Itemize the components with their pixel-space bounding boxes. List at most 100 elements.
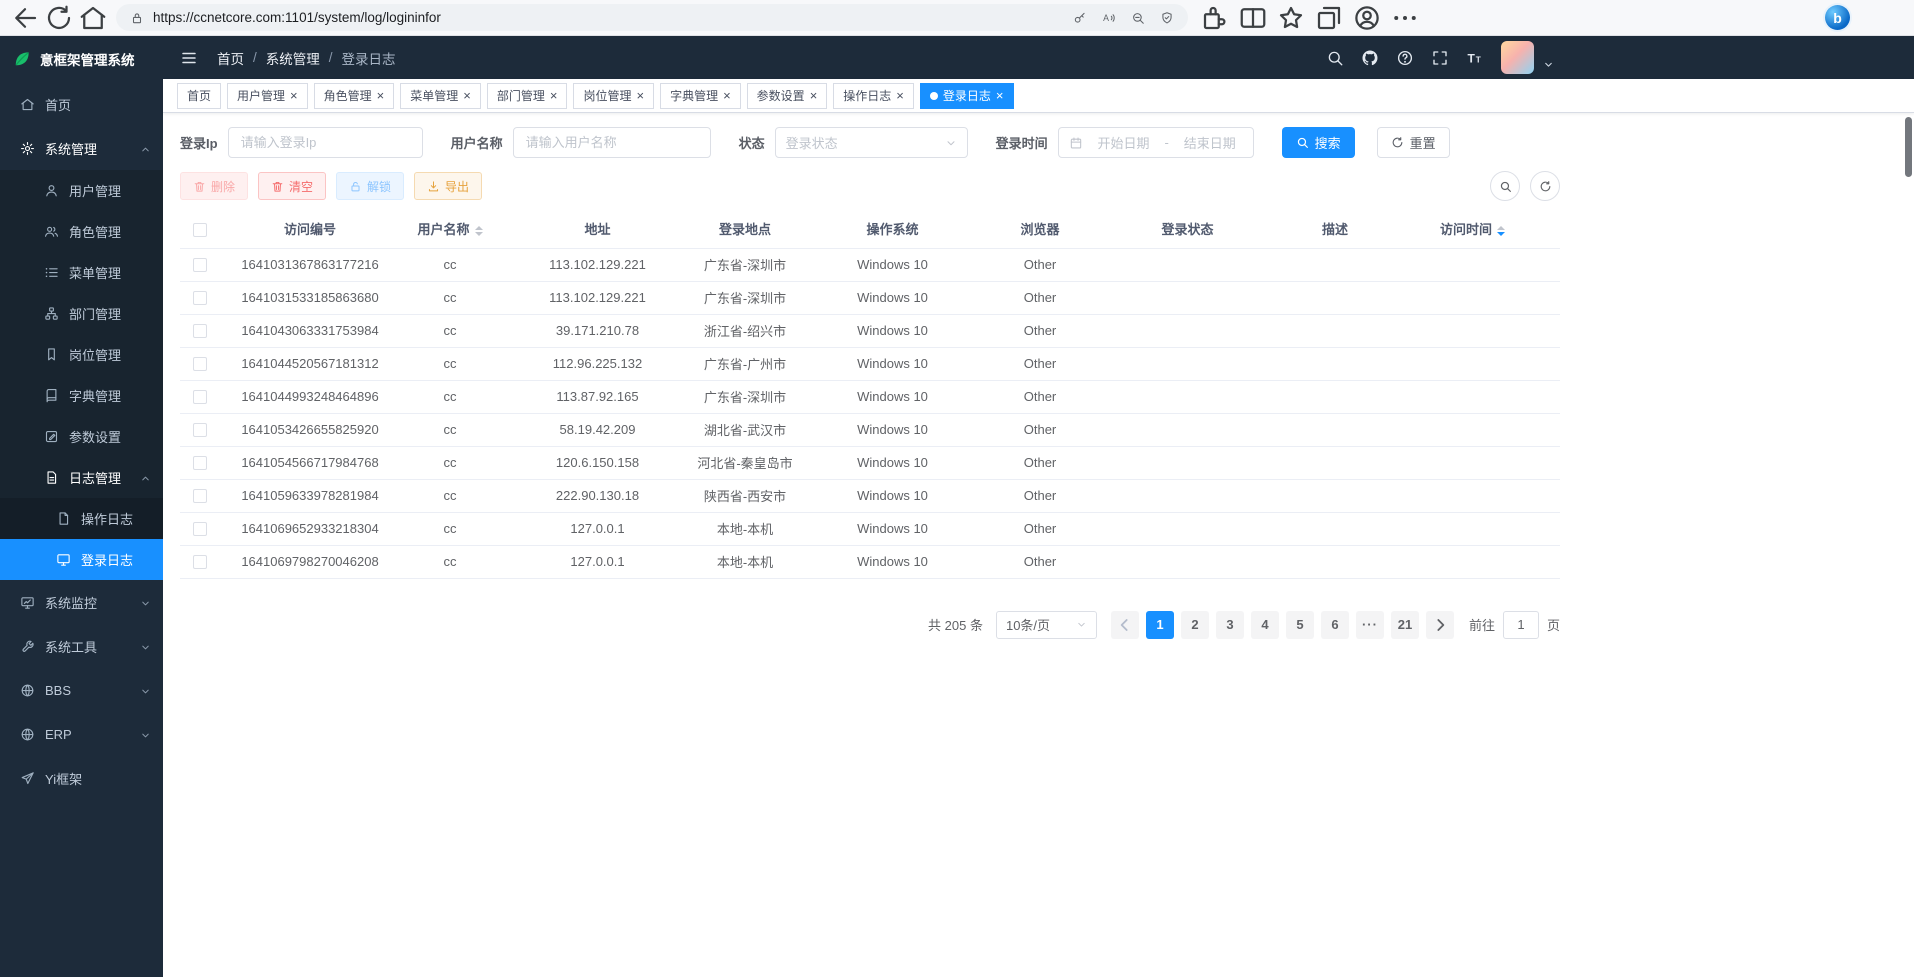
- export-button[interactable]: 导出: [414, 172, 482, 200]
- page-button-4[interactable]: 4: [1251, 611, 1279, 639]
- page-button-2[interactable]: 2: [1181, 611, 1209, 639]
- zoom-out-icon[interactable]: [1131, 11, 1145, 25]
- page-size-select[interactable]: 10条/页: [996, 611, 1097, 639]
- sort-icons[interactable]: [1497, 226, 1505, 236]
- close-icon[interactable]: ×: [996, 89, 1004, 102]
- breadcrumb-item[interactable]: 首页: [217, 48, 244, 68]
- address-bar[interactable]: https://ccnetcore.com:1101/system/log/lo…: [116, 4, 1188, 31]
- tab-dict-management[interactable]: 字典管理×: [660, 83, 741, 109]
- sidebar-item-param-settings[interactable]: 参数设置: [0, 416, 163, 457]
- menu-collapse-icon[interactable]: [177, 46, 201, 70]
- browser-favorites-button[interactable]: [1276, 4, 1306, 32]
- close-icon[interactable]: ×: [377, 89, 385, 102]
- close-icon[interactable]: ×: [810, 89, 818, 102]
- tab-post-management[interactable]: 岗位管理×: [573, 83, 654, 109]
- reset-button[interactable]: 重置: [1377, 127, 1450, 158]
- prev-page-button[interactable]: [1111, 611, 1139, 639]
- close-icon[interactable]: ×: [636, 89, 644, 102]
- row-checkbox[interactable]: [193, 291, 207, 305]
- font-size-icon[interactable]: TT: [1466, 49, 1484, 67]
- browser-refresh-button[interactable]: [44, 4, 74, 32]
- close-icon[interactable]: ×: [463, 89, 471, 102]
- close-icon[interactable]: ×: [290, 89, 298, 102]
- breadcrumb-item[interactable]: 系统管理: [266, 48, 320, 68]
- browser-back-button[interactable]: [10, 4, 40, 32]
- sidebar-item-home[interactable]: 首页: [0, 82, 163, 126]
- chevron-down-icon[interactable]: [1543, 59, 1554, 70]
- sidebar-item-role-management[interactable]: 角色管理: [0, 211, 163, 252]
- browser-collections-button[interactable]: [1314, 4, 1344, 32]
- sidebar-item-system-tools[interactable]: 系统工具: [0, 624, 163, 668]
- page-button-6[interactable]: 6: [1321, 611, 1349, 639]
- sidebar-item-erp[interactable]: ERP: [0, 712, 163, 756]
- row-checkbox[interactable]: [193, 522, 207, 536]
- browser-split-screen-button[interactable]: [1238, 4, 1268, 32]
- select-all-checkbox[interactable]: [193, 223, 207, 237]
- question-icon[interactable]: [1396, 49, 1414, 67]
- scrollbar-thumb[interactable]: [1905, 117, 1912, 177]
- tab-login-log[interactable]: 登录日志×: [920, 83, 1014, 109]
- page-button-3[interactable]: 3: [1216, 611, 1244, 639]
- sort-icons[interactable]: [475, 226, 483, 236]
- unlock-button[interactable]: 解锁: [336, 172, 404, 200]
- row-checkbox[interactable]: [193, 456, 207, 470]
- sidebar-item-post-management[interactable]: 岗位管理: [0, 334, 163, 375]
- next-page-button[interactable]: [1426, 611, 1454, 639]
- row-checkbox[interactable]: [193, 258, 207, 272]
- sidebar-item-bbs[interactable]: BBS: [0, 668, 163, 712]
- row-checkbox[interactable]: [193, 555, 207, 569]
- sidebar-item-system-management[interactable]: 系统管理: [0, 126, 163, 170]
- browser-home-button[interactable]: [78, 4, 108, 32]
- browser-extensions-button[interactable]: [1200, 4, 1230, 32]
- row-checkbox[interactable]: [193, 489, 207, 503]
- shield-check-icon[interactable]: [1160, 11, 1174, 25]
- browser-more-dots-button[interactable]: [1390, 4, 1420, 32]
- clear-button[interactable]: 清空: [258, 172, 326, 200]
- breadcrumb-item[interactable]: 登录日志: [342, 48, 396, 68]
- refresh-table-button[interactable]: [1530, 171, 1560, 201]
- goto-page-input[interactable]: [1503, 611, 1539, 639]
- sidebar-item-department-management[interactable]: 部门管理: [0, 293, 163, 334]
- bing-icon[interactable]: b: [1825, 5, 1850, 30]
- sidebar-item-dict-management[interactable]: 字典管理: [0, 375, 163, 416]
- tab-param-settings[interactable]: 参数设置×: [747, 83, 828, 109]
- username-input[interactable]: [513, 127, 711, 158]
- browser-profile-button[interactable]: [1352, 4, 1382, 32]
- status-select[interactable]: 登录状态: [775, 127, 968, 158]
- sidebar-item-yi-framework[interactable]: Yi框架: [0, 756, 163, 800]
- close-icon[interactable]: ×: [896, 89, 904, 102]
- date-range-picker[interactable]: 开始日期 - 结束日期: [1058, 127, 1254, 158]
- row-checkbox[interactable]: [193, 423, 207, 437]
- close-icon[interactable]: ×: [723, 89, 731, 102]
- row-checkbox[interactable]: [193, 357, 207, 371]
- search-icon[interactable]: [1326, 49, 1344, 67]
- tab-department-management[interactable]: 部门管理×: [487, 83, 568, 109]
- page-button-5[interactable]: 5: [1286, 611, 1314, 639]
- github-icon[interactable]: [1361, 49, 1379, 67]
- sidebar-item-menu-management[interactable]: 菜单管理: [0, 252, 163, 293]
- page-ellipsis[interactable]: ···: [1356, 611, 1384, 639]
- ip-input[interactable]: [228, 127, 423, 158]
- fullscreen-icon[interactable]: [1431, 49, 1449, 67]
- tab-user-management[interactable]: 用户管理×: [227, 83, 308, 109]
- search-button[interactable]: 搜索: [1282, 127, 1355, 158]
- tab-home[interactable]: 首页: [177, 83, 221, 109]
- row-checkbox[interactable]: [193, 390, 207, 404]
- user-avatar[interactable]: [1501, 41, 1534, 74]
- key-icon[interactable]: [1073, 11, 1087, 25]
- sidebar-item-login-log[interactable]: 登录日志: [0, 539, 163, 580]
- delete-button[interactable]: 删除: [180, 172, 248, 200]
- sidebar-item-system-monitor[interactable]: 系统监控: [0, 580, 163, 624]
- page-button-1[interactable]: 1: [1146, 611, 1174, 639]
- close-icon[interactable]: ×: [550, 89, 558, 102]
- sidebar-item-operation-log[interactable]: 操作日志: [0, 498, 163, 539]
- read-aloud-icon[interactable]: A: [1102, 11, 1116, 25]
- sidebar-item-log-management[interactable]: 日志管理: [0, 457, 163, 498]
- toggle-search-button[interactable]: [1490, 171, 1520, 201]
- page-button-21[interactable]: 21: [1391, 611, 1419, 639]
- tab-operation-log[interactable]: 操作日志×: [833, 83, 914, 109]
- sidebar-item-user-management[interactable]: 用户管理: [0, 170, 163, 211]
- row-checkbox[interactable]: [193, 324, 207, 338]
- tab-menu-management[interactable]: 菜单管理×: [400, 83, 481, 109]
- tab-role-management[interactable]: 角色管理×: [314, 83, 395, 109]
